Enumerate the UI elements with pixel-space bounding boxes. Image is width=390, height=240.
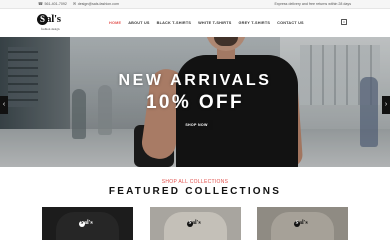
shirt-logo: S al's [79, 220, 93, 227]
email-address: design@sals-fashion.com [77, 2, 119, 6]
phone-icon: ☎ [38, 1, 43, 6]
main-nav: HOME ABOUT US BLACK T-SHIRTS WHITE T-SHI… [109, 21, 304, 25]
collection-card-grey[interactable]: S al's [257, 207, 348, 240]
cart-count: 0 [343, 20, 345, 24]
collection-card-black[interactable]: S al's [42, 207, 133, 240]
phone-number: 561-401-7092 [44, 2, 67, 6]
shop-now-button[interactable]: SHOP NOW [180, 120, 213, 130]
nav-black-t-shirts[interactable]: BLACK T-SHIRTS [157, 21, 191, 25]
nav-about-us[interactable]: ABOUT US [128, 21, 149, 25]
chevron-left-icon[interactable]: ‹ [0, 96, 8, 114]
logo-wordmark: al's [46, 13, 61, 25]
chevron-right-icon[interactable]: › [382, 96, 390, 114]
phone-contact[interactable]: ☎ 561-401-7092 [38, 1, 67, 7]
shirt-logo: S al's [294, 220, 308, 227]
shipping-notice: Express delivery and free returns within… [274, 2, 351, 6]
nav-home[interactable]: HOME [109, 21, 121, 25]
nav-white-t-shirts[interactable]: WHITE T-SHIRTS [198, 21, 231, 25]
shop-all-collections-link[interactable]: SHOP ALL COLLECTIONS [0, 179, 390, 185]
nav-contact-us[interactable]: CONTACT US [277, 21, 304, 25]
site-logo[interactable]: S al's fashion design [37, 13, 73, 36]
featured-collections-heading: FEATURED COLLECTIONS [108, 186, 282, 197]
collection-card-white[interactable]: S al's [150, 207, 241, 240]
shirt-logo: S al's [187, 220, 201, 227]
hero-banner: NEW ARRIVALS 10% OFF SHOP NOW ‹ › [0, 37, 390, 167]
logo-tagline: fashion design [41, 27, 60, 31]
top-bar: ☎ 561-401-7092 ✉ design@sals-fashion.com… [0, 0, 390, 9]
hero-subtitle: 10% OFF [145, 92, 245, 113]
site-header: S al's fashion design HOME ABOUT US BLAC… [0, 9, 390, 37]
nav-grey-t-shirts[interactable]: GREY T-SHIRTS [238, 21, 270, 25]
envelope-icon: ✉ [72, 1, 77, 6]
hero-title: NEW ARRIVALS [118, 72, 272, 89]
email-contact[interactable]: ✉ design@sals-fashion.com [72, 1, 119, 7]
shopping-bag-icon[interactable]: 0 [341, 19, 347, 25]
